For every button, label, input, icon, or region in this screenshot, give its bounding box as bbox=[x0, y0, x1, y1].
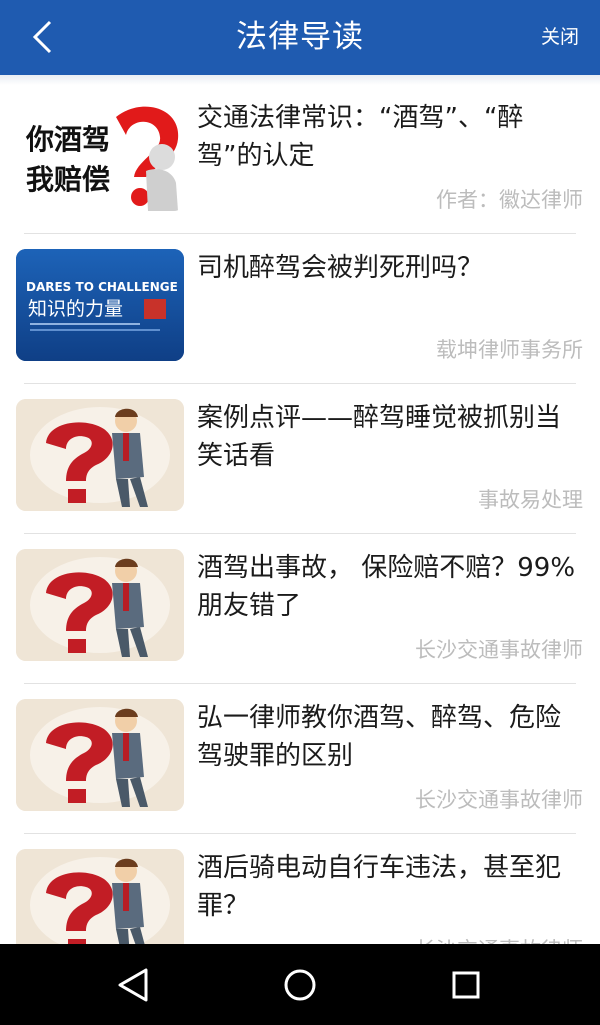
businessman-question-mark-image bbox=[16, 549, 184, 661]
businessman-question-mark-image bbox=[16, 699, 184, 811]
article-title: 案例点评——醉驾睡觉被抓别当笑话看 bbox=[197, 403, 562, 471]
system-navigation-bar bbox=[0, 944, 600, 1025]
article-item[interactable]: 酒后骑电动自行车违法，甚至犯罪？ 长沙交通事故律师 bbox=[0, 834, 600, 944]
article-item[interactable]: 弘一律师教你酒驾、醉驾、危险驾驶罪的区别 长沙交通事故律师 bbox=[0, 684, 600, 834]
article-author: 长沙交通事故律师 bbox=[415, 934, 583, 944]
article-thumbnail: 你酒驾 我赔偿 bbox=[16, 99, 184, 211]
article-thumbnail bbox=[16, 549, 184, 661]
article-item[interactable]: 酒驾出事故， 保险赔不赔？99%朋友错了 长沙交通事故律师 bbox=[0, 534, 600, 684]
article-title: 交通法律常识：“酒驾”、“醉驾”的认定 bbox=[197, 103, 524, 171]
article-thumbnail: DARES TO CHALLENGE 知识的力量 bbox=[16, 249, 184, 361]
dares-to-challenge-image: DARES TO CHALLENGE 知识的力量 bbox=[16, 249, 184, 361]
nav-recents-button[interactable] bbox=[426, 944, 506, 1025]
article-thumbnail bbox=[16, 399, 184, 511]
article-item[interactable]: 你酒驾 我赔偿 交通法律常识：“酒驾”、“醉驾”的认定 作者：徽达律师 bbox=[0, 84, 600, 234]
drunk-driving-image: 你酒驾 我赔偿 bbox=[16, 99, 184, 211]
article-title: 酒驾出事故， 保险赔不赔？99%朋友错了 bbox=[197, 553, 576, 621]
article-list[interactable]: 你酒驾 我赔偿 交通法律常识：“酒驾”、“醉驾”的认定 作者：徽达律师 DARE… bbox=[0, 84, 600, 944]
businessman-question-mark-image bbox=[16, 399, 184, 511]
close-button[interactable]: 关闭 bbox=[541, 0, 579, 75]
square-recents-icon bbox=[452, 971, 480, 998]
businessman-question-mark-image bbox=[16, 849, 184, 944]
article-thumbnail bbox=[16, 849, 184, 944]
article-author: 载坤律师事务所 bbox=[436, 338, 583, 362]
thumb-main-text: 知识的力量 bbox=[28, 298, 123, 320]
article-item[interactable]: 案例点评——醉驾睡觉被抓别当笑话看 事故易处理 bbox=[0, 384, 600, 534]
circle-home-icon bbox=[284, 969, 316, 1000]
nav-home-button[interactable] bbox=[260, 944, 340, 1025]
triangle-back-icon bbox=[118, 968, 148, 1001]
article-item[interactable]: DARES TO CHALLENGE 知识的力量 司机醉驾会被判死刑吗？ 载坤律… bbox=[0, 234, 600, 384]
thumb-heading: DARES TO CHALLENGE bbox=[26, 280, 178, 294]
page-title: 法律导读 bbox=[236, 19, 364, 55]
article-author: 长沙交通事故律师 bbox=[415, 788, 583, 812]
article-title: 酒后骑电动自行车违法，甚至犯罪？ bbox=[197, 853, 562, 921]
thumb-text-line2: 我赔偿 bbox=[26, 163, 110, 196]
article-thumbnail bbox=[16, 699, 184, 811]
nav-back-button[interactable] bbox=[93, 944, 173, 1025]
article-author: 作者：徽达律师 bbox=[436, 188, 583, 212]
article-title: 司机醉驾会被判死刑吗？ bbox=[197, 253, 484, 283]
title-bar: 法律导读 关闭 bbox=[0, 0, 600, 75]
article-author: 长沙交通事故律师 bbox=[415, 638, 583, 662]
thumb-text-line1: 你酒驾 bbox=[25, 123, 110, 156]
article-title: 弘一律师教你酒驾、醉驾、危险驾驶罪的区别 bbox=[197, 703, 562, 771]
article-author: 事故易处理 bbox=[478, 488, 583, 512]
